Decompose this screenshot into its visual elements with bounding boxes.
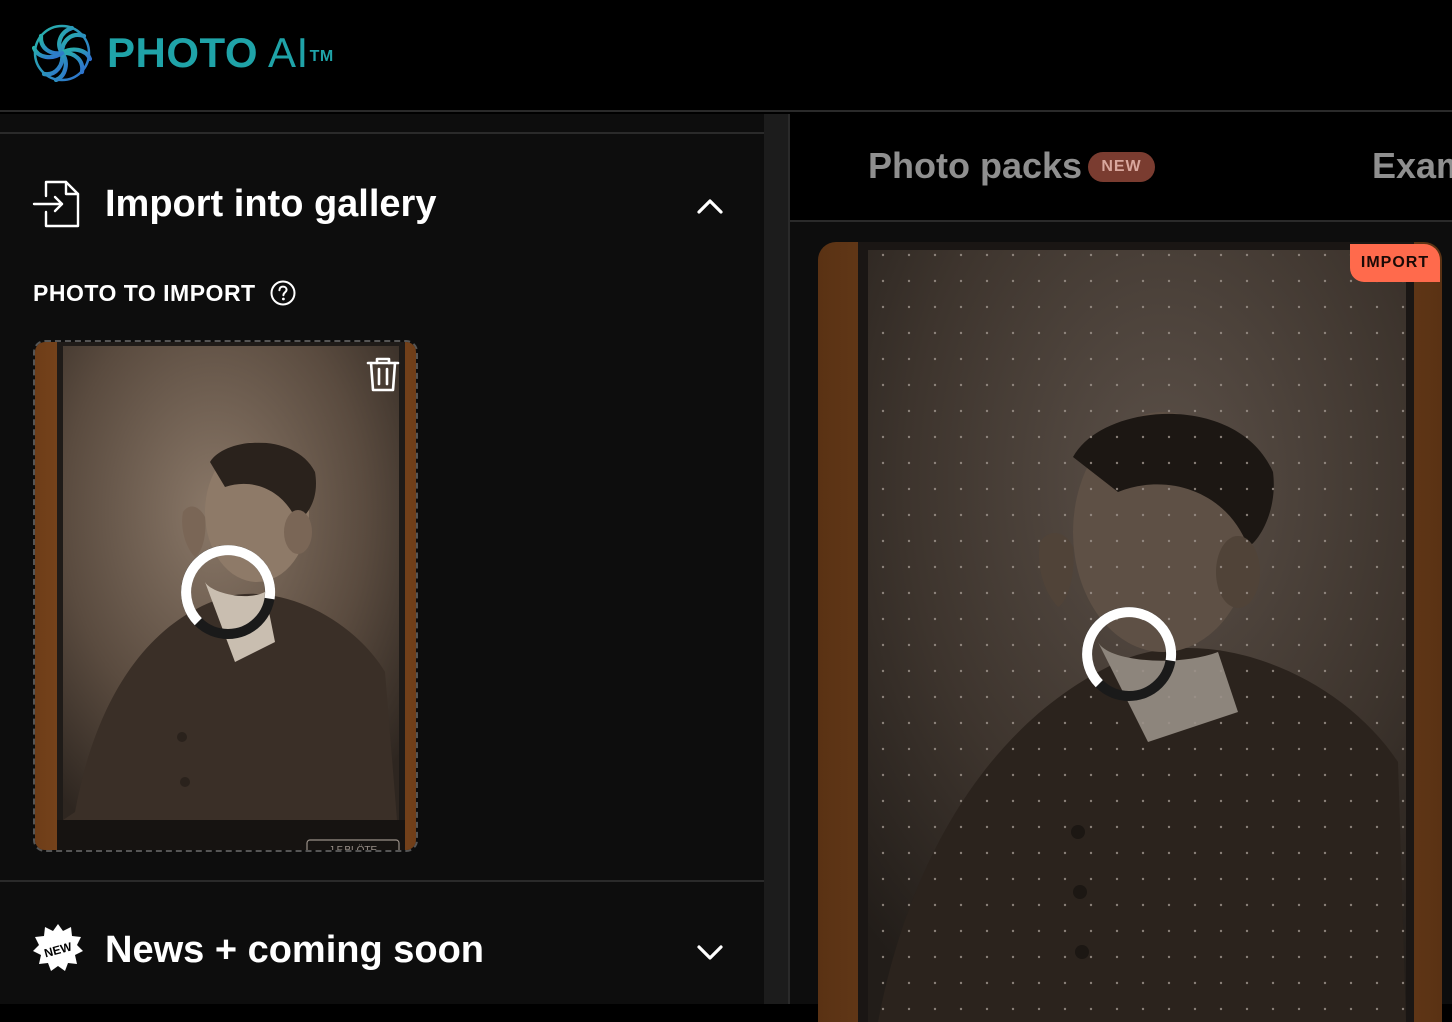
- trademark-mark: TM: [309, 48, 334, 65]
- photo-thumbnail[interactable]: J.F.BLÖTE: [33, 340, 418, 852]
- panel-resize-splitter[interactable]: [764, 114, 790, 1004]
- brand-name: PHOTO: [107, 29, 259, 76]
- brand-suffix: AI: [267, 29, 309, 76]
- import-badge: IMPORT: [1350, 244, 1440, 282]
- news-section-title: News + coming soon: [105, 929, 485, 971]
- trash-icon[interactable]: [364, 354, 402, 394]
- vintage-portrait-preview-image: [818, 242, 1442, 1022]
- left-sidebar-panel: Import into gallery PHOTO TO IMPORT J.F.…: [0, 114, 764, 1004]
- brand-logo-text[interactable]: PHOTO AITM: [107, 28, 334, 78]
- import-file-icon: [32, 180, 80, 228]
- chevron-down-icon[interactable]: [694, 936, 726, 968]
- new-badge: NEW: [1088, 152, 1155, 182]
- top-header: PHOTO AITM: [0, 0, 1452, 112]
- import-section-title: Import into gallery: [105, 183, 437, 225]
- tab-photo-packs[interactable]: Photo packs: [868, 144, 1082, 188]
- chevron-up-icon[interactable]: [694, 190, 726, 222]
- new-starburst-icon: NEW: [33, 924, 83, 971]
- photo-preview[interactable]: [818, 242, 1442, 1022]
- card-caption-text: J.F.BLÖTE: [329, 844, 378, 852]
- vintage-portrait-image: J.F.BLÖTE: [35, 342, 416, 852]
- panel-top-strip: [0, 114, 764, 134]
- import-section-header[interactable]: Import into gallery: [0, 164, 764, 244]
- question-circle-icon[interactable]: [270, 280, 296, 306]
- logo-swirl-icon[interactable]: [32, 24, 92, 82]
- photo-to-import-label: PHOTO TO IMPORT: [33, 280, 256, 306]
- news-section-header[interactable]: NEW News + coming soon: [0, 910, 764, 990]
- tab-examples[interactable]: Examples: [1372, 144, 1452, 188]
- right-main-panel: Photo packs NEW Examples: [790, 114, 1452, 1022]
- section-divider: [0, 880, 764, 882]
- tab-bar: Photo packs NEW Examples: [790, 114, 1452, 222]
